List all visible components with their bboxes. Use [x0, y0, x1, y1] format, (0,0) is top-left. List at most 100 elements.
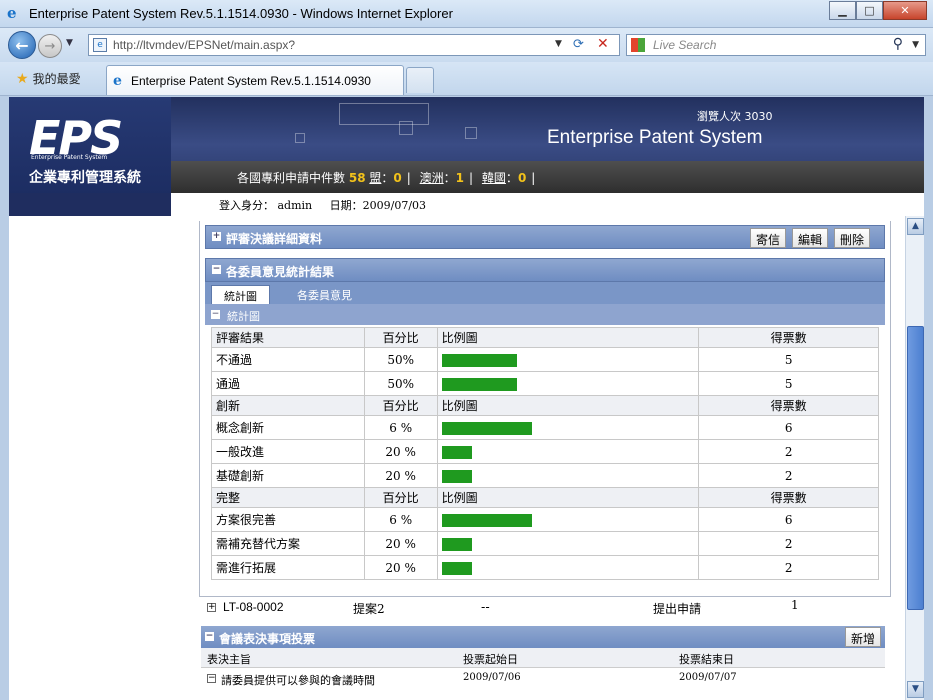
search-icon[interactable]: ⚲ — [893, 36, 903, 52]
review-detail-header[interactable]: + 評審決議詳細資料 寄信 編輯 刪除 — [205, 225, 885, 249]
collapse-icon[interactable]: − — [207, 674, 216, 683]
stats-bar-cell — [436, 415, 700, 440]
meeting-vote-header[interactable]: − 會議表決事項投票 新增 — [201, 626, 885, 648]
mail-button[interactable]: 寄信 — [750, 228, 787, 248]
stats-bar — [441, 377, 517, 391]
stats-row: 一般改進 20 % 2 — [211, 439, 879, 464]
col-start-date: 投票起始日 — [463, 653, 518, 666]
forward-button[interactable]: → — [38, 34, 62, 58]
scroll-down-arrow-icon[interactable]: ▼ — [907, 681, 924, 698]
stats-item-korea[interactable]: 韓國 — [482, 171, 506, 185]
window-title: Enterprise Patent System Rev.5.1.1514.09… — [29, 6, 453, 21]
stats-votes: 2 — [698, 531, 879, 556]
stats-item-australia[interactable]: 澳洲 — [420, 171, 444, 185]
collapse-icon[interactable]: − — [211, 310, 220, 319]
stats-percent: 50% — [363, 347, 438, 372]
vote-end-date: 2009/07/07 — [679, 672, 737, 683]
stats-header-cell: 百分比 — [363, 327, 438, 348]
address-toolbar: ← → ▼ e http://ltvmdev/EPSNet/main.aspx?… — [0, 28, 933, 62]
stats-item-eu[interactable]: 盟 — [369, 171, 381, 185]
stats-row: 基礎創新 20 % 2 — [211, 463, 879, 488]
favorites-button[interactable]: ★ 我的最愛 — [16, 70, 81, 87]
stats-label: 概念創新 — [211, 415, 365, 440]
stats-bar — [441, 353, 517, 367]
minimize-button[interactable]: ▁ — [829, 1, 856, 20]
stats-label: 方案很完善 — [211, 507, 365, 532]
vote-subject[interactable]: 請委員提供可以參與的會議時間 — [221, 672, 375, 688]
stats-bar — [441, 513, 532, 527]
edit-button[interactable]: 編輯 — [792, 228, 829, 248]
address-field[interactable]: e http://ltvmdev/EPSNet/main.aspx? ▼ ⟳ ✕ — [88, 34, 620, 56]
proposal-row[interactable]: + LT-08-0002 提案2 -- 提出申請 1 — [205, 598, 885, 620]
stats-bar — [441, 537, 472, 551]
col-end-date: 投票結束日 — [679, 653, 734, 666]
stats-header-cell: 完整 — [211, 487, 365, 508]
expand-icon[interactable]: + — [212, 232, 221, 241]
meeting-vote-title: 會議表決事項投票 — [219, 632, 316, 646]
proposal-status: 提出申請 — [653, 602, 702, 616]
chart-section-header[interactable]: − 統計圖 — [205, 304, 885, 326]
stats-header-cell: 創新 — [211, 395, 365, 416]
back-button[interactable]: ← — [8, 31, 36, 59]
stats-row: 不通過 50% 5 — [211, 347, 879, 372]
tab-opinions[interactable]: 各委員意見 — [285, 285, 364, 305]
stats-group-header: 創新 百分比 比例圖 得票數 — [211, 395, 879, 416]
tab-title: Enterprise Patent System Rev.5.1.1514.09… — [131, 74, 371, 88]
visit-counter: 瀏覽人次 3030 — [697, 110, 773, 123]
favorites-label: 我的最愛 — [32, 72, 81, 86]
col-subject: 表決主旨 — [207, 653, 251, 666]
search-input[interactable]: Live Search ⚲ ▼ — [626, 34, 926, 56]
stats-votes: 5 — [698, 347, 879, 372]
stats-row: 方案很完善 6 % 6 — [211, 507, 879, 532]
tab-active[interactable]: e Enterprise Patent System Rev.5.1.1514.… — [106, 65, 404, 95]
stats-votes: 6 — [698, 415, 879, 440]
stats-header-cell: 比例圖 — [436, 487, 700, 508]
system-name: Enterprise Patent System — [547, 127, 763, 148]
proposal-count: 1 — [791, 598, 799, 612]
page-icon: e — [93, 38, 107, 52]
proposal-id[interactable]: LT-08-0002 — [223, 600, 284, 614]
refresh-icon[interactable]: ⟳ — [573, 37, 584, 52]
committee-stats-header[interactable]: − 各委員意見統計結果 — [205, 258, 885, 282]
history-dropdown-icon[interactable]: ▼ — [66, 38, 73, 48]
scroll-up-arrow-icon[interactable]: ▲ — [907, 218, 924, 235]
banner-decoration — [399, 121, 413, 135]
banner-decoration — [295, 133, 305, 143]
login-info: 登入身分： admin 日期：2009/07/03 — [171, 193, 924, 216]
stats-header-cell: 得票數 — [698, 327, 879, 348]
stats-row: 需補充替代方案 20 % 2 — [211, 531, 879, 556]
stats-votes: 2 — [698, 555, 879, 580]
url-text[interactable]: http://ltvmdev/EPSNet/main.aspx? — [113, 38, 295, 52]
vertical-scrollbar[interactable]: ▲ ▼ — [905, 216, 924, 700]
page-viewport: EPS Enterprise Patent System 企業專利管理系統 瀏覽… — [9, 97, 924, 700]
close-button[interactable]: ✕ — [883, 1, 927, 20]
logo-chinese-name: 企業專利管理系統 — [29, 170, 141, 186]
stats-group-header: 評審結果 百分比 比例圖 得票數 — [211, 327, 879, 348]
search-placeholder: Live Search — [653, 38, 717, 52]
vote-row[interactable]: − 請委員提供可以參與的會議時間 2009/07/06 2009/07/07 — [201, 669, 885, 689]
banner-decoration — [339, 103, 429, 125]
stats-header-cell: 得票數 — [698, 487, 879, 508]
expand-icon[interactable]: + — [207, 603, 216, 612]
add-button[interactable]: 新增 — [845, 627, 882, 647]
login-user: admin — [277, 199, 313, 212]
stats-percent: 20 % — [363, 555, 438, 580]
stats-item-korea-value: 0 — [517, 171, 527, 185]
collapse-icon[interactable]: − — [205, 632, 214, 641]
stop-icon[interactable]: ✕ — [597, 36, 609, 52]
stats-header-cell: 比例圖 — [436, 327, 700, 348]
maximize-button[interactable]: □ — [856, 1, 883, 20]
vote-start-date: 2009/07/06 — [463, 672, 521, 683]
collapse-icon[interactable]: − — [212, 265, 221, 274]
proposal-dash: -- — [481, 600, 490, 614]
new-tab-button[interactable] — [406, 67, 434, 93]
stats-label: 一般改進 — [211, 439, 365, 464]
scroll-thumb[interactable] — [907, 326, 924, 610]
search-dropdown-icon[interactable]: ▼ — [912, 40, 919, 50]
tab-chart[interactable]: 統計圖 — [211, 285, 270, 306]
star-icon: ★ — [16, 71, 29, 87]
stats-votes: 6 — [698, 507, 879, 532]
stats-label: 通過 — [211, 371, 365, 396]
url-dropdown-icon[interactable]: ▼ — [555, 39, 562, 49]
delete-button[interactable]: 刪除 — [834, 228, 871, 248]
